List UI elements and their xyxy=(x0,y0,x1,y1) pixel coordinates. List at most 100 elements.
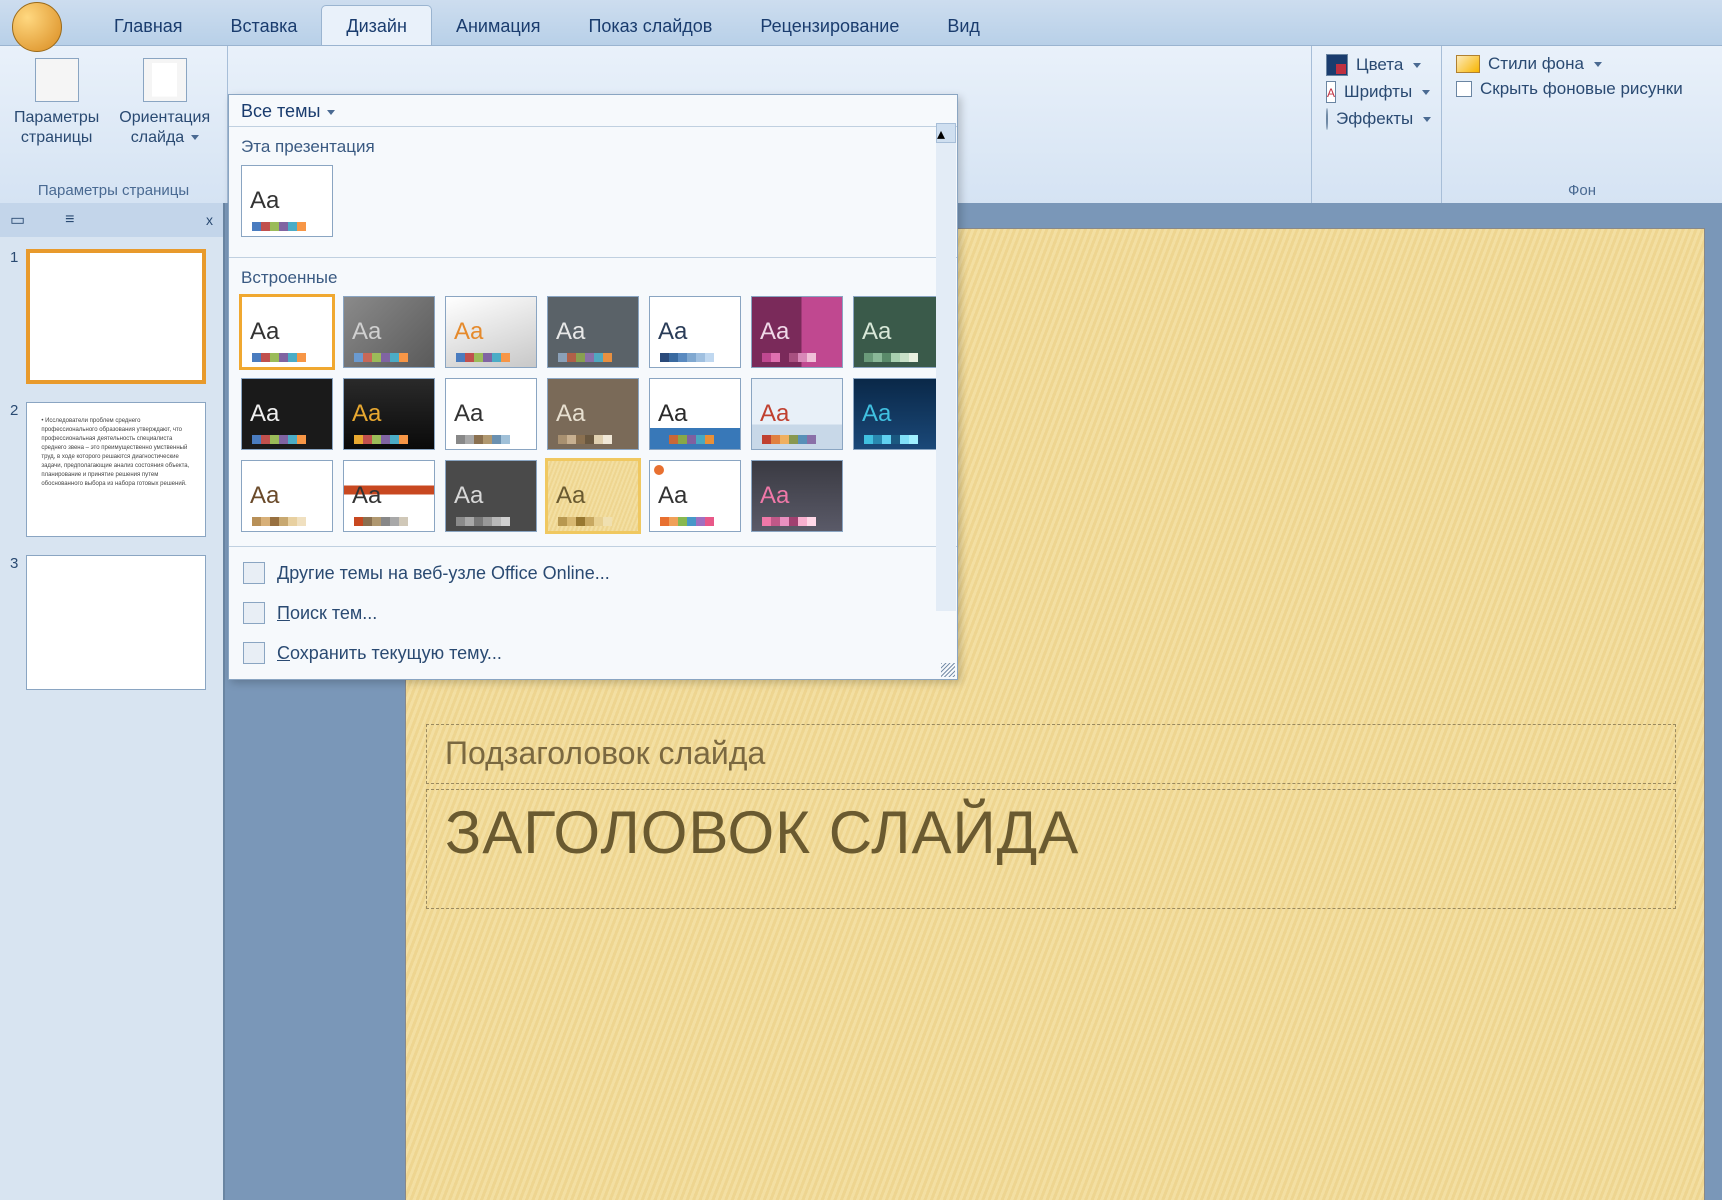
theme-thumbnail[interactable]: Aa xyxy=(751,378,843,450)
bg-styles-icon xyxy=(1456,55,1480,73)
theme-preview-text: Aa xyxy=(454,400,483,428)
section-built-in: Встроенные xyxy=(241,262,945,296)
ribbon: Параметры страницы Ориентация слайда Пар… xyxy=(0,45,1722,203)
tab-home[interactable]: Главная xyxy=(90,6,207,45)
orientation-icon xyxy=(143,58,187,102)
slide-thumbnail-1[interactable]: 1 xyxy=(0,237,223,390)
gallery-resize-grip[interactable] xyxy=(941,663,955,677)
theme-effects-button[interactable]: Эффекты xyxy=(1326,108,1427,130)
slide-thumbnail-2[interactable]: 2 • Исследователи проблем среднего профе… xyxy=(0,390,223,543)
page-setup-icon xyxy=(35,58,79,102)
theme-thumbnail[interactable]: Aa xyxy=(241,378,333,450)
save-current-theme[interactable]: Сохранить текущую тему... xyxy=(229,633,957,673)
theme-preview-text: Aa xyxy=(556,400,585,428)
scroll-up-icon[interactable]: ▴ xyxy=(936,123,956,143)
tab-insert[interactable]: Вставка xyxy=(207,6,322,45)
theme-thumbnail[interactable]: Aa xyxy=(649,296,741,368)
theme-thumbnail[interactable]: Aa xyxy=(445,460,537,532)
slide-number-1: 1 xyxy=(10,249,18,384)
more-themes-online[interactable]: Другие темы на веб-узле Office Online... xyxy=(229,553,957,593)
theme-thumbnail[interactable]: Aa xyxy=(241,296,333,368)
theme-thumbnail[interactable]: Aa xyxy=(547,296,639,368)
theme-swatches xyxy=(762,353,816,362)
theme-swatches xyxy=(558,517,612,526)
theme-thumbnail[interactable]: Aa xyxy=(649,378,741,450)
theme-swatches xyxy=(762,435,816,444)
online-icon xyxy=(243,562,265,584)
theme-preview-text: Aa xyxy=(250,318,279,346)
theme-thumbnail[interactable]: Aa xyxy=(853,378,945,450)
theme-fonts-label: Шрифты xyxy=(1344,82,1412,102)
theme-preview-text: Aa xyxy=(556,482,585,510)
slide-orientation-label: Ориентация слайда xyxy=(119,108,210,148)
theme-thumbnail[interactable]: Aa xyxy=(343,460,435,532)
more-themes-label: Другие темы на веб-узле Office Online... xyxy=(277,563,610,584)
theme-preview-text: Aa xyxy=(862,318,891,346)
slide-number-3: 3 xyxy=(10,555,18,690)
slide-orientation-button[interactable]: Ориентация слайда xyxy=(111,52,218,178)
theme-colors-button[interactable]: Цвета xyxy=(1326,54,1427,76)
tab-review[interactable]: Рецензирование xyxy=(736,6,923,45)
page-setup-label: Параметры страницы xyxy=(14,108,99,148)
page-setup-button[interactable]: Параметры страницы xyxy=(6,52,107,178)
effects-icon xyxy=(1326,108,1328,130)
theme-effects-label: Эффекты xyxy=(1336,109,1413,129)
title-placeholder[interactable]: ЗАГОЛОВОК СЛАЙДА xyxy=(426,789,1676,909)
slides-tab-icon[interactable]: ▭ xyxy=(10,210,25,230)
theme-preview-text: Aa xyxy=(250,400,279,428)
theme-swatches xyxy=(252,222,306,231)
tab-design[interactable]: Дизайн xyxy=(321,5,432,45)
theme-preview-text: Aa xyxy=(760,482,789,510)
theme-thumbnail[interactable]: Aa xyxy=(547,460,639,532)
theme-thumbnail[interactable]: Aa xyxy=(445,378,537,450)
theme-preview-text: Aa xyxy=(760,318,789,346)
theme-preview-text: Aa xyxy=(352,318,381,346)
hide-bg-graphics-checkbox[interactable]: Скрыть фоновые рисунки xyxy=(1456,79,1708,99)
gallery-scrollbar[interactable]: ▴ xyxy=(936,123,956,611)
tab-view[interactable]: Вид xyxy=(923,6,1004,45)
theme-thumbnail[interactable]: Aa xyxy=(343,296,435,368)
theme-swatches xyxy=(252,353,306,362)
office-button[interactable] xyxy=(12,2,62,52)
theme-fonts-button[interactable]: A Шрифты xyxy=(1326,81,1427,103)
save-theme-label: Сохранить текущую тему... xyxy=(277,643,502,664)
group-label-background: Фон xyxy=(1448,178,1716,201)
tab-slideshow[interactable]: Показ слайдов xyxy=(564,6,736,45)
theme-thumbnail[interactable]: Aa xyxy=(241,165,333,237)
theme-preview-text: Aa xyxy=(250,187,279,215)
theme-thumbnail[interactable]: Aa xyxy=(751,296,843,368)
theme-swatches xyxy=(456,517,510,526)
theme-swatches xyxy=(252,517,306,526)
theme-thumbnail[interactable]: Aa xyxy=(649,460,741,532)
theme-swatches xyxy=(456,353,510,362)
theme-thumbnail[interactable]: Aa xyxy=(853,296,945,368)
theme-colors-label: Цвета xyxy=(1356,55,1403,75)
colors-icon xyxy=(1326,54,1348,76)
theme-preview-text: Aa xyxy=(250,482,279,510)
tab-animation[interactable]: Анимация xyxy=(432,6,565,45)
subtitle-placeholder[interactable]: Подзаголовок слайда xyxy=(426,724,1676,784)
title-text: ЗАГОЛОВОК СЛАЙДА xyxy=(427,790,1675,875)
theme-swatches xyxy=(660,353,714,362)
fonts-icon: A xyxy=(1326,81,1336,103)
theme-preview-text: Aa xyxy=(454,482,483,510)
subtitle-text: Подзаголовок слайда xyxy=(427,725,1675,782)
slide-thumbnail-3[interactable]: 3 xyxy=(0,543,223,696)
ribbon-tabbar: Главная Вставка Дизайн Анимация Показ сл… xyxy=(0,0,1722,45)
theme-preview-text: Aa xyxy=(658,318,687,346)
theme-thumbnail[interactable]: Aa xyxy=(445,296,537,368)
theme-thumbnail[interactable]: Aa xyxy=(751,460,843,532)
theme-swatches xyxy=(252,435,306,444)
theme-thumbnail[interactable]: Aa xyxy=(241,460,333,532)
theme-swatches xyxy=(558,435,612,444)
panel-close-icon[interactable]: x xyxy=(206,212,213,228)
background-styles-button[interactable]: Стили фона xyxy=(1456,54,1708,74)
all-themes-header[interactable]: Все темы xyxy=(229,95,957,126)
slide-thumbnail-panel: ▭ ≡ x 1 2 • Исследователи проблем средне… xyxy=(0,203,225,1200)
outline-tab-icon[interactable]: ≡ xyxy=(65,211,74,229)
theme-swatches xyxy=(660,435,714,444)
search-themes[interactable]: Поиск тем... xyxy=(229,593,957,633)
theme-thumbnail[interactable]: Aa xyxy=(547,378,639,450)
theme-thumbnail[interactable]: Aa xyxy=(343,378,435,450)
group-label-page-setup: Параметры страницы xyxy=(6,178,221,201)
